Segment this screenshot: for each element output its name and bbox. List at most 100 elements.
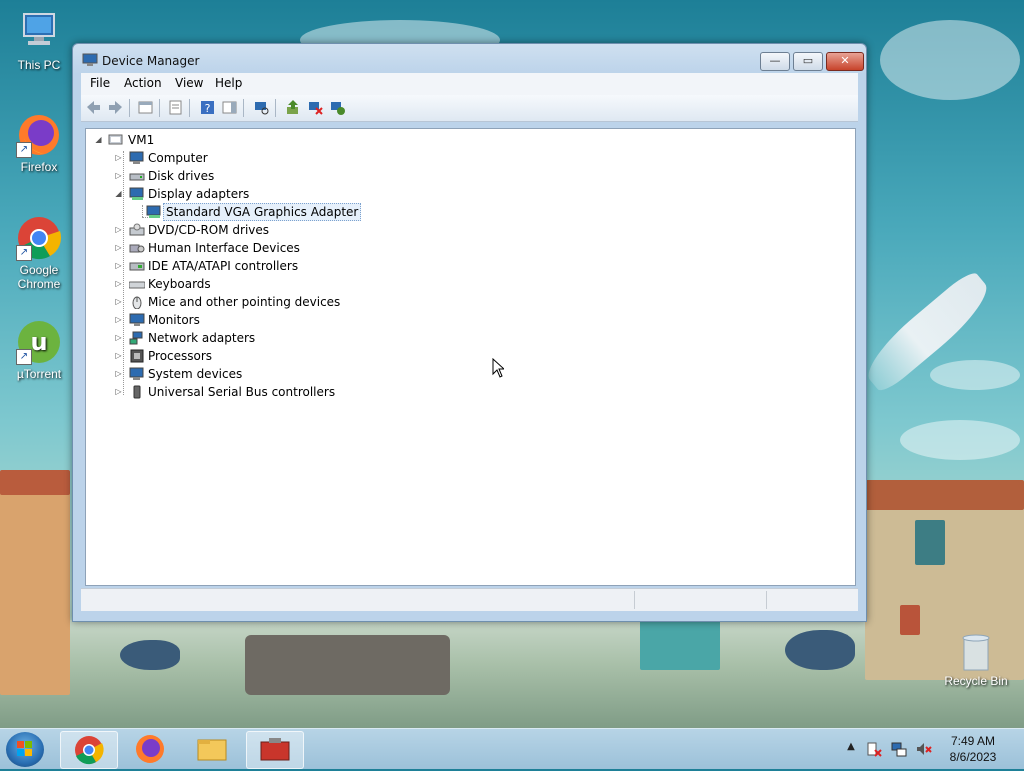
expand-arrow-icon[interactable]: ▷	[114, 347, 123, 365]
menu-action[interactable]: Action	[124, 76, 162, 90]
action-center-icon[interactable]	[866, 741, 882, 757]
update-driver-icon[interactable]	[285, 99, 302, 116]
tree-item-human-interface-devices[interactable]: ▷ Human Interface Devices	[114, 239, 414, 257]
tree-item-standard-vga-graphics-adapter[interactable]: Standard VGA Graphics Adapter	[144, 203, 444, 221]
tree-item-network-adapters[interactable]: ▷ Network adapters	[114, 329, 414, 347]
tree-item-ide-ata-atapi-controllers[interactable]: ▷ IDE ATA/ATAPI controllers	[114, 257, 414, 275]
expand-arrow-icon[interactable]: ▷	[114, 293, 123, 311]
menu-file[interactable]: File	[90, 76, 110, 90]
close-button[interactable]: ✕	[826, 52, 864, 71]
tree-item-label: Disk drives	[148, 169, 215, 183]
help-icon[interactable]: ?	[199, 99, 216, 116]
maximize-button[interactable]: ▭	[793, 52, 823, 71]
uninstall-device-icon[interactable]	[307, 99, 324, 116]
mouse-icon	[129, 295, 145, 310]
volume-muted-icon[interactable]	[916, 741, 932, 757]
recycle-bin-icon	[958, 632, 994, 672]
tree-root[interactable]: ◢ VM1	[94, 131, 294, 149]
computer-device-icon	[108, 133, 124, 147]
tree-item-computer[interactable]: ▷ Computer	[114, 149, 414, 167]
tree-root-label: VM1	[128, 133, 155, 147]
network-icon[interactable]	[891, 741, 907, 757]
desktop-icon-this-pc[interactable]: This PC	[3, 10, 75, 72]
tree-item-label: Computer	[148, 151, 208, 165]
taskbar-device-manager[interactable]	[246, 731, 304, 769]
expand-arrow-icon[interactable]: ▷	[114, 167, 123, 185]
menu-view[interactable]: View	[175, 76, 203, 90]
firefox-icon	[136, 735, 164, 763]
desktop-icon-label: Google Chrome	[17, 263, 61, 291]
taskbar-clock[interactable]: 7:49 AM 8/6/2023	[938, 733, 1008, 765]
show-hide-console-tree-icon[interactable]	[137, 99, 154, 116]
properties-icon[interactable]	[167, 99, 184, 116]
tree-item-label: Keyboards	[148, 277, 211, 291]
expand-arrow-icon[interactable]: ▷	[114, 383, 123, 401]
network-adapter-icon	[129, 331, 145, 345]
utorrent-icon: u ↗	[16, 319, 62, 365]
expand-arrow-icon[interactable]: ▷	[114, 239, 123, 257]
tree-item-label: IDE ATA/ATAPI controllers	[148, 259, 299, 273]
expand-arrow-icon[interactable]: ▷	[114, 221, 123, 239]
tree-item-processors[interactable]: ▷ Processors	[114, 347, 414, 365]
tree-item-monitors[interactable]: ▷ Monitors	[114, 311, 414, 329]
title-bar[interactable]: Device Manager — ▭ ✕	[73, 44, 866, 76]
desktop-icon-recycle-bin[interactable]: Recycle Bin	[940, 632, 1012, 688]
device-manager-icon	[82, 53, 98, 67]
expand-arrow-icon[interactable]: ▷	[114, 275, 123, 293]
expand-arrow-icon[interactable]: ▷	[114, 149, 123, 167]
expand-arrow-icon[interactable]: ▷	[114, 365, 123, 383]
tree-item-keyboards[interactable]: ▷ Keyboards	[114, 275, 414, 293]
show-hidden-icons-icon[interactable]: ▲	[843, 741, 859, 757]
tree-item-label: DVD/CD-ROM drives	[148, 223, 270, 237]
computer-icon	[16, 10, 62, 56]
desktop-icon-chrome[interactable]: ↗ Google Chrome	[3, 215, 75, 291]
expand-arrow-icon[interactable]: ▷	[114, 257, 123, 275]
taskbar-file-explorer[interactable]	[184, 731, 240, 767]
disk-drive-icon	[129, 169, 145, 183]
scan-hardware-icon[interactable]	[253, 99, 270, 116]
show-action-pane-icon[interactable]	[221, 99, 238, 116]
shortcut-arrow-icon: ↗	[16, 245, 32, 261]
tree-item-mice[interactable]: ▷ Mice and other pointing devices	[114, 293, 414, 311]
chrome-icon	[75, 736, 104, 765]
windows-logo-icon	[17, 741, 32, 756]
collapse-arrow-icon[interactable]: ◢	[114, 185, 123, 203]
add-legacy-hardware-icon[interactable]	[329, 99, 346, 116]
expand-arrow-icon[interactable]: ▷	[114, 311, 123, 329]
tree-item-disk-drives[interactable]: ▷ Disk drives	[114, 167, 414, 185]
display-adapter-icon	[146, 205, 162, 219]
tree-item-dvd-cd-rom-drives[interactable]: ▷ DVD/CD-ROM drives	[114, 221, 414, 239]
desktop-icon-firefox[interactable]: ↗ Firefox	[3, 112, 75, 174]
mouse-cursor-icon	[492, 357, 506, 378]
menu-help[interactable]: Help	[215, 76, 242, 90]
desktop-icon-label: Firefox	[20, 160, 58, 174]
monitor-icon	[129, 313, 145, 327]
back-icon[interactable]	[85, 99, 102, 116]
menu-bar: File Action View Help	[81, 73, 858, 95]
svg-text:?: ?	[205, 102, 211, 115]
device-manager-window: Device Manager — ▭ ✕ File Action View He…	[72, 43, 867, 622]
shortcut-arrow-icon: ↗	[16, 349, 32, 365]
tree-item-label: System devices	[148, 367, 243, 381]
tree-item-label: Monitors	[148, 313, 200, 327]
tree-item-system-devices[interactable]: ▷ System devices	[114, 365, 414, 383]
tree-item-label: Mice and other pointing devices	[148, 295, 341, 309]
collapse-arrow-icon[interactable]: ◢	[94, 131, 103, 149]
tree-item-usb-controllers[interactable]: ▷ Universal Serial Bus controllers	[114, 383, 414, 401]
desktop-icon-utorrent[interactable]: u ↗ µTorrent	[3, 319, 75, 381]
taskbar-chrome[interactable]	[60, 731, 118, 769]
start-button[interactable]	[6, 732, 44, 767]
minimize-button[interactable]: —	[760, 52, 790, 71]
tree-item-label: Display adapters	[148, 187, 250, 201]
toolbar: ?	[81, 95, 858, 122]
taskbar-firefox[interactable]	[122, 731, 178, 767]
svg-text:u: u	[30, 328, 47, 356]
expand-arrow-icon[interactable]: ▷	[114, 329, 123, 347]
hid-icon	[129, 241, 145, 255]
forward-icon[interactable]	[107, 99, 124, 116]
window-title: Device Manager	[102, 54, 200, 68]
tree-item-display-adapters[interactable]: ◢ Display adapters	[114, 185, 414, 203]
clock-date: 8/6/2023	[949, 750, 997, 764]
device-tree[interactable]: ◢ VM1 ▷ Computer ▷ Disk drives ◢ Display…	[85, 128, 856, 586]
status-bar	[81, 588, 858, 611]
